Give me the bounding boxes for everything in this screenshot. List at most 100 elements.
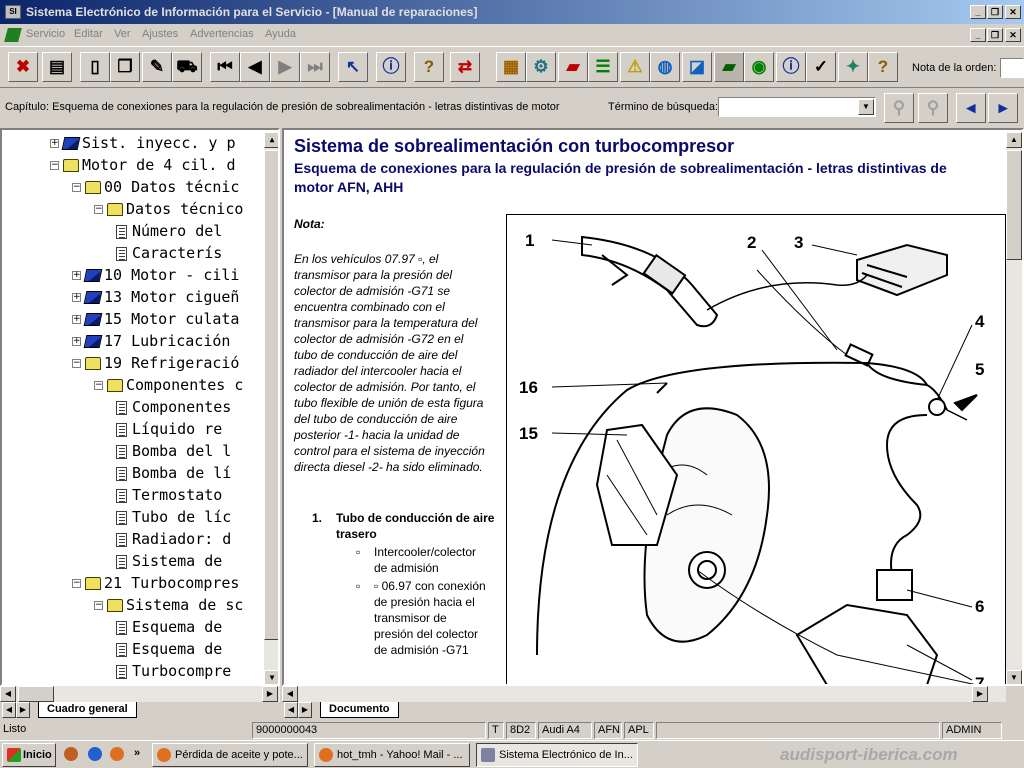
scroll-right-icon[interactable]: ▶ bbox=[972, 686, 988, 702]
scroll-left-icon[interactable]: ◀ bbox=[0, 686, 16, 702]
collapse-icon[interactable]: − bbox=[94, 205, 103, 214]
tree-item[interactable]: Sistema de bbox=[116, 550, 222, 572]
previous-page-icon[interactable]: ◀ bbox=[240, 52, 270, 82]
expand-icon[interactable]: ▸ bbox=[988, 93, 1018, 123]
tree-item[interactable]: Esquema de bbox=[116, 638, 222, 660]
close-button[interactable]: ✕ bbox=[1005, 5, 1021, 19]
menu-ver[interactable]: Ver bbox=[114, 28, 131, 40]
doc-minimize-button[interactable]: _ bbox=[970, 28, 986, 42]
manual-icon[interactable]: ▰ bbox=[558, 52, 588, 82]
tree-vertical-scrollbar[interactable]: ▲ ▼ bbox=[264, 132, 278, 684]
print-icon[interactable]: ▤ bbox=[42, 52, 72, 82]
last-page-icon[interactable]: ⏭ bbox=[300, 52, 330, 82]
collapse-icon[interactable]: − bbox=[72, 579, 81, 588]
scroll-left-icon[interactable]: ◀ bbox=[282, 686, 298, 702]
scroll-right-icon[interactable]: ▶ bbox=[262, 686, 278, 702]
collapse-icon[interactable]: ◂ bbox=[956, 93, 986, 123]
document-scroll-thumb[interactable] bbox=[1006, 150, 1022, 260]
tree-item[interactable]: +13 Motor cigueñ bbox=[72, 286, 239, 308]
menu-editar[interactable]: Editar bbox=[74, 28, 103, 40]
taskbar-item[interactable]: hot_tmh - Yahoo! Mail - ... bbox=[314, 743, 470, 767]
tab-prev-icon[interactable]: ◀ bbox=[2, 702, 16, 718]
browser-quicklaunch-icon[interactable] bbox=[110, 747, 124, 761]
car-eye-icon[interactable]: ◉ bbox=[744, 52, 774, 82]
tree-item[interactable]: +10 Motor - cili bbox=[72, 264, 239, 286]
collapse-icon[interactable]: − bbox=[50, 161, 59, 170]
edit-document-icon[interactable]: ✎ bbox=[142, 52, 172, 82]
tree-item[interactable]: − Sistema de sc bbox=[94, 594, 243, 616]
collapse-icon[interactable]: − bbox=[94, 601, 103, 610]
tree-item[interactable]: +17 Lubricación bbox=[72, 330, 230, 352]
start-button[interactable]: Inicio bbox=[2, 743, 56, 767]
help-icon[interactable]: ? bbox=[414, 52, 444, 82]
maximize-button[interactable]: ❐ bbox=[987, 5, 1003, 19]
tree-item[interactable]: − 21 Turbocompres bbox=[72, 572, 239, 594]
tree-item[interactable]: Bomba de lí bbox=[116, 462, 231, 484]
tab-prev-icon[interactable]: ◀ bbox=[284, 702, 298, 718]
search-combobox[interactable]: ▼ bbox=[718, 97, 876, 117]
quicklaunch-more-icon[interactable]: » bbox=[134, 747, 140, 759]
tree-horizontal-scrollbar[interactable]: ◀ ▶ bbox=[0, 686, 280, 702]
tree-view[interactable]: + Sist. inyecc. y p − Motor de 4 cil. d −00 … bbox=[0, 128, 280, 686]
green-book-icon[interactable]: ▰ bbox=[714, 52, 744, 82]
search-forward-icon[interactable]: ⚲ bbox=[884, 93, 914, 123]
tree-item[interactable]: Radiador: d bbox=[116, 528, 231, 550]
minimize-button[interactable]: _ bbox=[970, 5, 986, 19]
copy-document-icon[interactable]: ❐ bbox=[110, 52, 140, 82]
tree-item[interactable]: Esquema de bbox=[116, 616, 222, 638]
doc-close-button[interactable]: ✕ bbox=[1005, 28, 1021, 42]
tree-item[interactable]: Número del bbox=[116, 220, 222, 242]
clipboard-icon[interactable]: ✓ bbox=[806, 52, 836, 82]
exit-icon[interactable]: ✖ bbox=[8, 52, 38, 82]
components-icon[interactable]: ▦ bbox=[496, 52, 526, 82]
list-icon[interactable]: ☰ bbox=[588, 52, 618, 82]
ie-quicklaunch-icon[interactable] bbox=[88, 747, 102, 761]
doc-restore-button[interactable]: ❐ bbox=[987, 28, 1003, 42]
taskbar-item-active[interactable]: Sistema Electrónico de In... bbox=[476, 743, 638, 767]
globe-icon[interactable]: ◍ bbox=[650, 52, 680, 82]
tools-icon[interactable]: ✦ bbox=[838, 52, 868, 82]
tab-cuadro-general[interactable]: Cuadro general bbox=[38, 702, 137, 718]
tree-item[interactable]: Termostato bbox=[116, 484, 222, 506]
tree-item[interactable]: + Sist. inyecc. y p bbox=[50, 132, 236, 154]
tab-documento[interactable]: Documento bbox=[320, 702, 399, 718]
expand-icon[interactable]: + bbox=[72, 271, 81, 280]
scroll-up-icon[interactable]: ▲ bbox=[264, 132, 278, 148]
scroll-down-icon[interactable]: ▼ bbox=[264, 670, 278, 684]
chevron-down-icon[interactable]: ▼ bbox=[858, 99, 874, 115]
next-page-icon[interactable]: ▶ bbox=[270, 52, 300, 82]
tree-scroll-thumb[interactable] bbox=[264, 150, 278, 640]
first-page-icon[interactable]: ⏮ bbox=[210, 52, 240, 82]
tree-item[interactable]: Bomba del l bbox=[116, 440, 231, 462]
expand-icon[interactable]: + bbox=[72, 293, 81, 302]
back-icon[interactable]: ↖ bbox=[338, 52, 368, 82]
tree-item[interactable]: Caracterís bbox=[116, 242, 222, 264]
scroll-up-icon[interactable]: ▲ bbox=[1006, 132, 1022, 148]
tree-item[interactable]: Líquido re bbox=[116, 418, 222, 440]
order-note-input[interactable] bbox=[1000, 58, 1024, 78]
tree-item[interactable]: − Componentes c bbox=[94, 374, 243, 396]
tab-next-icon[interactable]: ▶ bbox=[298, 702, 312, 718]
engine-icon[interactable]: ⚙ bbox=[526, 52, 556, 82]
menu-ajustes[interactable]: Ajustes bbox=[142, 28, 178, 40]
tree-item[interactable]: − Motor de 4 cil. d bbox=[50, 154, 236, 176]
search-back-icon[interactable]: ⚲ bbox=[918, 93, 948, 123]
expand-icon[interactable]: + bbox=[72, 315, 81, 324]
tree-item[interactable]: − 00 Datos técnic bbox=[72, 176, 239, 198]
tree-item[interactable]: Componentes bbox=[116, 396, 231, 418]
menu-servicio[interactable]: Servicio bbox=[26, 28, 65, 40]
vehicle-icon[interactable]: ⛟ bbox=[172, 52, 202, 82]
tree-hscroll-thumb[interactable] bbox=[18, 686, 54, 702]
menu-advertencias[interactable]: Advertencias bbox=[190, 28, 254, 40]
tree-item[interactable]: Turbocompre bbox=[116, 660, 231, 682]
collapse-icon[interactable]: − bbox=[72, 359, 81, 368]
collapse-icon[interactable]: − bbox=[94, 381, 103, 390]
diagram-icon[interactable]: ◪ bbox=[682, 52, 712, 82]
taskbar-item[interactable]: Pérdida de aceite y pote... bbox=[152, 743, 308, 767]
expand-icon[interactable]: + bbox=[50, 139, 59, 148]
document-horizontal-scrollbar[interactable]: ◀ ▶ bbox=[282, 686, 1006, 702]
tree-item[interactable]: +15 Motor culata bbox=[72, 308, 239, 330]
firefox-quicklaunch-icon[interactable] bbox=[64, 747, 78, 761]
new-document-icon[interactable]: ▯ bbox=[80, 52, 110, 82]
tab-next-icon[interactable]: ▶ bbox=[16, 702, 30, 718]
